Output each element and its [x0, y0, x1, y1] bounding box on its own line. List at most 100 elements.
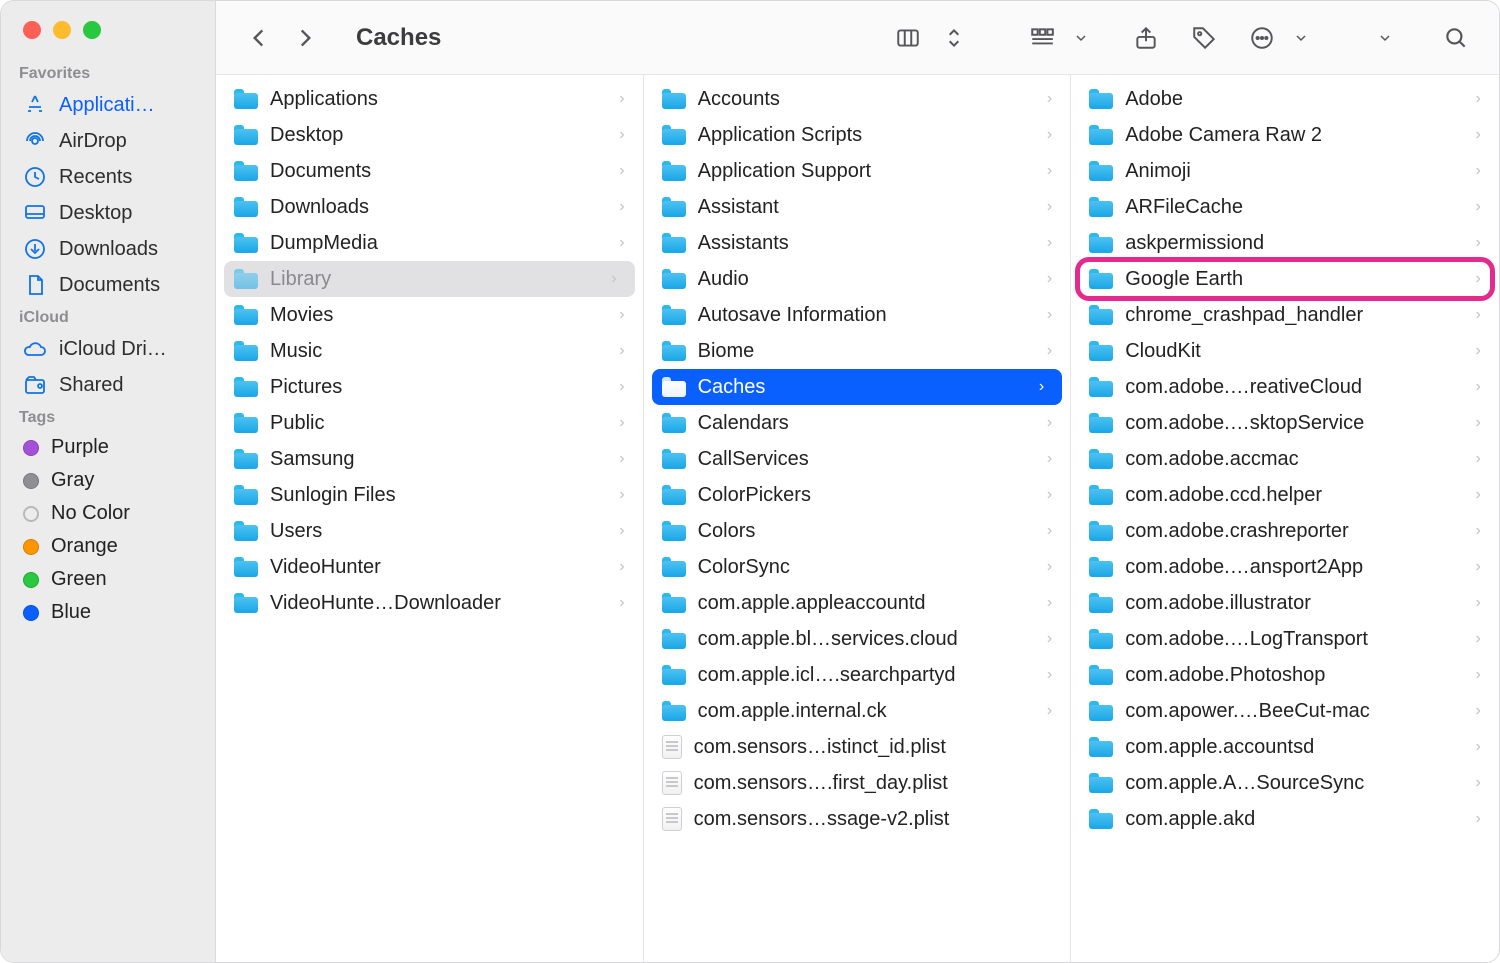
action-menu-button[interactable]	[1247, 23, 1277, 53]
tag-green[interactable]: Green	[15, 563, 205, 596]
file-row[interactable]: Pictures›	[216, 369, 643, 405]
file-row[interactable]: Accounts›	[644, 81, 1071, 117]
file-row[interactable]: com.sensors…istinct_id.plist	[644, 729, 1071, 765]
file-row[interactable]: Music›	[216, 333, 643, 369]
tag-no-color[interactable]: No Color	[15, 497, 205, 530]
sidebar-item-label: Applicati…	[59, 94, 155, 117]
sidebar-item-applicati-[interactable]: Applicati…	[15, 87, 205, 123]
folder-icon	[1089, 305, 1113, 325]
file-row[interactable]: Samsung›	[216, 441, 643, 477]
tag-blue[interactable]: Blue	[15, 596, 205, 629]
view-columns-button[interactable]	[893, 23, 923, 53]
file-row[interactable]: Application Support›	[644, 153, 1071, 189]
file-row[interactable]: askpermissiond›	[1071, 225, 1499, 261]
column-2[interactable]: Adobe›Adobe Camera Raw 2›Animoji›ARFileC…	[1071, 75, 1499, 962]
file-row[interactable]: com.adobe.…reativeCloud›	[1071, 369, 1499, 405]
file-row[interactable]: com.apple.accountsd›	[1071, 729, 1499, 765]
file-row[interactable]: Sunlogin Files›	[216, 477, 643, 513]
file-row[interactable]: CallServices›	[644, 441, 1071, 477]
folder-icon	[662, 233, 686, 253]
column-0[interactable]: Applications›Desktop›Documents›Downloads…	[216, 75, 644, 962]
search-button[interactable]	[1441, 23, 1471, 53]
file-row[interactable]: Audio›	[644, 261, 1071, 297]
file-row[interactable]: Caches›	[652, 369, 1063, 405]
file-row[interactable]: com.apple.internal.ck›	[644, 693, 1071, 729]
view-options-stepper[interactable]	[939, 23, 969, 53]
tag-label: Purple	[51, 436, 109, 459]
file-row[interactable]: com.apple.icl….searchpartyd›	[644, 657, 1071, 693]
file-row[interactable]: com.adobe.crashreporter›	[1071, 513, 1499, 549]
file-row[interactable]: com.apple.A…SourceSync›	[1071, 765, 1499, 801]
chevron-down-icon[interactable]	[1073, 23, 1089, 53]
file-row[interactable]: com.apower.…BeeCut-mac›	[1071, 693, 1499, 729]
tag-orange[interactable]: Orange	[15, 530, 205, 563]
tag-purple[interactable]: Purple	[15, 431, 205, 464]
zoom-window-button[interactable]	[83, 21, 101, 39]
sidebar-item-downloads[interactable]: Downloads	[15, 231, 205, 267]
minimize-window-button[interactable]	[53, 21, 71, 39]
file-row[interactable]: com.adobe.…ansport2App›	[1071, 549, 1499, 585]
file-row[interactable]: Google Earth›	[1071, 261, 1499, 297]
folder-icon	[1089, 701, 1113, 721]
file-row[interactable]: com.apple.bl…services.cloud›	[644, 621, 1071, 657]
file-row[interactable]: Users›	[216, 513, 643, 549]
tag-gray[interactable]: Gray	[15, 464, 205, 497]
file-row[interactable]: com.adobe.…LogTransport›	[1071, 621, 1499, 657]
share-button[interactable]	[1131, 23, 1161, 53]
file-row[interactable]: com.adobe.Photoshop›	[1071, 657, 1499, 693]
chevron-right-icon: ›	[1047, 702, 1052, 720]
overflow-chevron-button[interactable]	[1377, 23, 1393, 53]
sidebar-item-airdrop[interactable]: AirDrop	[15, 123, 205, 159]
file-name: Sunlogin Files	[270, 484, 607, 507]
file-row[interactable]: VideoHunter›	[216, 549, 643, 585]
file-row[interactable]: Public›	[216, 405, 643, 441]
file-row[interactable]: CloudKit›	[1071, 333, 1499, 369]
file-row[interactable]: com.adobe.ccd.helper›	[1071, 477, 1499, 513]
chevron-right-icon: ›	[1476, 234, 1481, 252]
file-row[interactable]: Assistants›	[644, 225, 1071, 261]
file-row[interactable]: Desktop›	[216, 117, 643, 153]
file-row[interactable]: DumpMedia›	[216, 225, 643, 261]
file-row[interactable]: ARFileCache›	[1071, 189, 1499, 225]
file-row[interactable]: com.sensors…ssage-v2.plist	[644, 801, 1071, 837]
file-row[interactable]: Animoji›	[1071, 153, 1499, 189]
file-name: Downloads	[270, 196, 607, 219]
file-row[interactable]: Documents›	[216, 153, 643, 189]
file-row[interactable]: Assistant›	[644, 189, 1071, 225]
file-row[interactable]: Biome›	[644, 333, 1071, 369]
file-row[interactable]: Application Scripts›	[644, 117, 1071, 153]
forward-button[interactable]	[290, 23, 320, 53]
file-row[interactable]: com.adobe.…sktopService›	[1071, 405, 1499, 441]
file-row[interactable]: Calendars›	[644, 405, 1071, 441]
chevron-down-icon[interactable]	[1293, 23, 1309, 53]
file-row[interactable]: ColorSync›	[644, 549, 1071, 585]
column-1[interactable]: Accounts›Application Scripts›Application…	[644, 75, 1072, 962]
file-row[interactable]: VideoHunte…Downloader›	[216, 585, 643, 621]
sidebar-item-documents[interactable]: Documents	[15, 267, 205, 303]
file-row[interactable]: com.apple.appleaccountd›	[644, 585, 1071, 621]
tags-button[interactable]	[1189, 23, 1219, 53]
file-row[interactable]: Adobe Camera Raw 2›	[1071, 117, 1499, 153]
folder-icon	[234, 305, 258, 325]
sidebar-item-desktop[interactable]: Desktop	[15, 195, 205, 231]
file-row[interactable]: ColorPickers›	[644, 477, 1071, 513]
sidebar-item-recents[interactable]: Recents	[15, 159, 205, 195]
file-row[interactable]: Library›	[224, 261, 635, 297]
group-by-button[interactable]	[1027, 23, 1057, 53]
file-row[interactable]: Colors›	[644, 513, 1071, 549]
file-row[interactable]: Downloads›	[216, 189, 643, 225]
file-row[interactable]: com.adobe.accmac›	[1071, 441, 1499, 477]
sidebar-item-icloud-dri-[interactable]: iCloud Dri…	[15, 331, 205, 367]
file-row[interactable]: Applications›	[216, 81, 643, 117]
sidebar-item-shared[interactable]: Shared	[15, 367, 205, 403]
close-window-button[interactable]	[23, 21, 41, 39]
file-row[interactable]: com.apple.akd›	[1071, 801, 1499, 837]
file-row[interactable]: com.sensors….first_day.plist	[644, 765, 1071, 801]
file-row[interactable]: chrome_crashpad_handler›	[1071, 297, 1499, 333]
file-icon	[662, 807, 682, 831]
file-row[interactable]: Movies›	[216, 297, 643, 333]
back-button[interactable]	[244, 23, 274, 53]
file-row[interactable]: Adobe›	[1071, 81, 1499, 117]
file-row[interactable]: com.adobe.illustrator›	[1071, 585, 1499, 621]
file-row[interactable]: Autosave Information›	[644, 297, 1071, 333]
